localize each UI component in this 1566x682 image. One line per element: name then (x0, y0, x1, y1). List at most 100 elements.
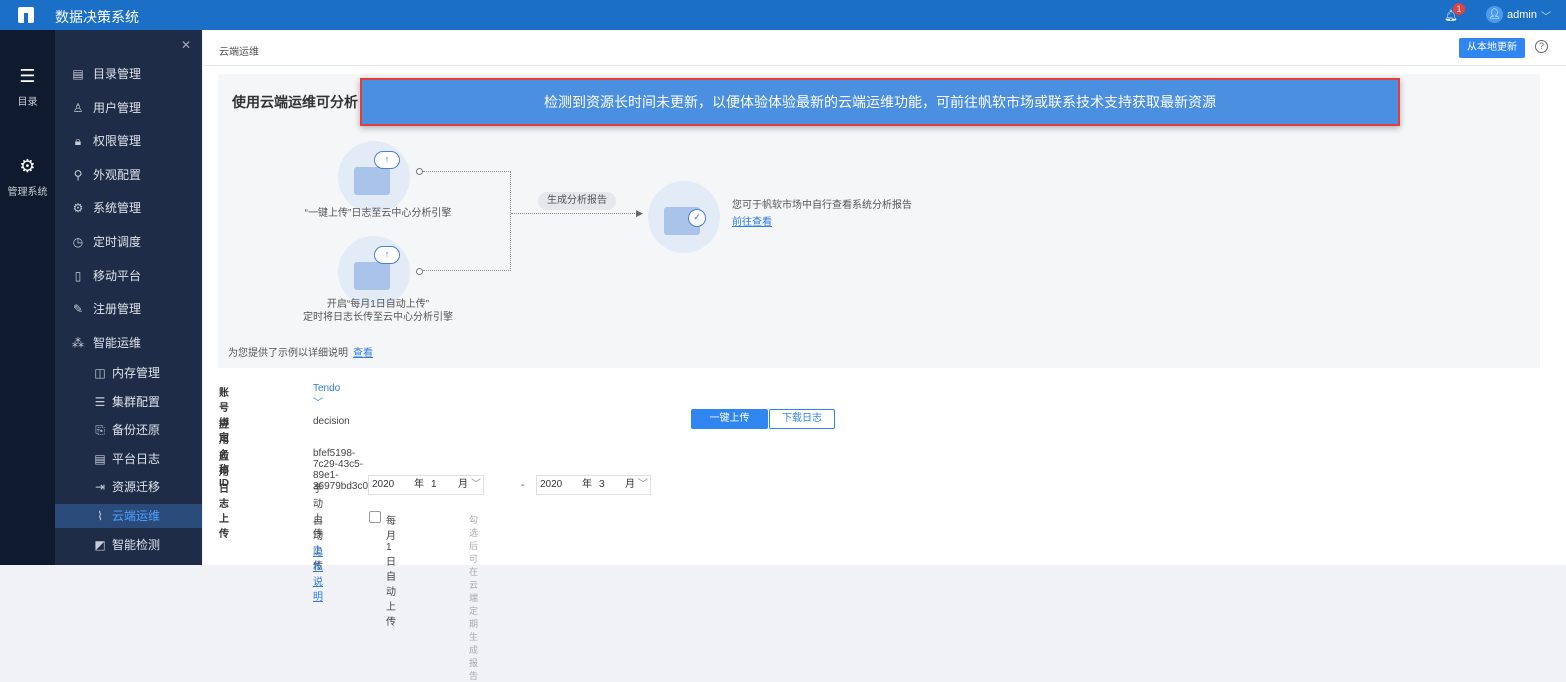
menu-icon: ✎ (72, 302, 84, 317)
from-month: 1 (431, 479, 437, 490)
cloud-upload-icon: ↑ (374, 151, 400, 169)
menu-icon: ◩ (94, 537, 106, 552)
menu-label: 备份还原 (112, 423, 161, 438)
year-unit: 年 (582, 479, 592, 490)
rail-item-catalog[interactable]: ☰ 目录 (0, 66, 55, 108)
app-name-value: decision (313, 416, 350, 427)
list-icon: ☰ (19, 66, 36, 86)
cloud-upload-icon: ↑ (374, 246, 400, 264)
sidebar-item-8[interactable]: ⁂ 智能运维 (55, 331, 202, 355)
chevron-down-icon: ﹀ (638, 479, 648, 490)
menu-icon: ◷ (72, 235, 84, 249)
menu-icon: ▤ (94, 451, 106, 466)
left-rail: ☰ 目录 ⚙ 管理系统 (0, 30, 55, 565)
menu-icon: ⁂ (72, 335, 84, 350)
upload-illustration: ↑ (338, 141, 410, 213)
menu-label: 平台日志 (112, 451, 161, 466)
menu-label: 系统管理 (93, 201, 142, 216)
to-month-select[interactable]: 2020 年 3 月 ﹀ (536, 475, 651, 495)
user-avatar-icon[interactable]: 👤︎ (1486, 6, 1503, 23)
download-log-button[interactable]: 下载日志 (769, 409, 835, 429)
sidebar-item-3[interactable]: ⚲ 外观配置 (55, 163, 202, 187)
result-text: 您可于帆软市场中自行查看系统分析报告 (732, 200, 912, 211)
menu-icon: 🔒︎ (74, 134, 82, 149)
card-title: 使用云端运维可分析 (232, 94, 358, 110)
range-dash: - (521, 480, 525, 491)
breadcrumb: 云端运维 (219, 47, 259, 58)
menu-label: 移动平台 (93, 268, 142, 283)
check-icon: ✓ (688, 209, 706, 227)
menu-label: 定时调度 (93, 235, 142, 249)
sidebar-item-2[interactable]: 🔒︎ 权限管理 (55, 129, 202, 153)
chevron-down-icon: ﹀ (313, 398, 323, 409)
user-name[interactable]: admin (1507, 9, 1537, 21)
menu-icon: ⚲ (73, 167, 83, 182)
connector-dot (416, 168, 423, 175)
app-logo (18, 7, 34, 23)
menu-icon: ⎘ (95, 423, 105, 438)
to-month: 3 (599, 479, 605, 490)
connector-line (423, 171, 511, 271)
menu-label: 目录管理 (93, 67, 142, 81)
from-month-select[interactable]: 2020 年 1 月 ﹀ (368, 475, 484, 495)
sidebar-item-7[interactable]: ✎ 注册管理 (55, 297, 202, 321)
menu-icon: ▯ (74, 268, 82, 283)
menu-icon: ⌇ (97, 509, 103, 523)
month-unit: 月 (625, 479, 635, 490)
view-example-link[interactable]: 查看 (353, 344, 373, 359)
sidebar-subitem-3[interactable]: ▤ 平台日志 (55, 447, 202, 471)
menu-label: 注册管理 (93, 302, 142, 317)
sidebar-subitem-0[interactable]: ◫ 内存管理 (55, 361, 202, 385)
arrow-head-icon: ▶ (636, 208, 643, 218)
go-view-link[interactable]: 前往查看 (732, 213, 772, 228)
rail-item-admin[interactable]: ⚙ 管理系统 (0, 156, 55, 198)
month-unit: 月 (458, 479, 468, 490)
from-year: 2020 (372, 479, 395, 490)
pin-icon[interactable]: ✕ (181, 38, 191, 52)
step2-caption-2: 定时将日志长传至云中心分析引擎 (303, 312, 453, 323)
sidebar-item-5[interactable]: ◷ 定时调度 (55, 230, 202, 254)
sidebar-subitem-6[interactable]: ◩ 智能检测 (55, 533, 202, 557)
sidebar-subitem-1[interactable]: ☰ 集群配置 (55, 390, 202, 414)
log-upload-label: 日志上传 (219, 484, 229, 540)
update-notice-banner: 检测到资源长时间未更新，以便体验体验最新的云端运维功能，可前往帆软市场或联系技术… (360, 78, 1400, 126)
generate-report-pill: 生成分析报告 (538, 192, 616, 210)
menu-icon: ☰ (94, 394, 106, 409)
menu-icon: ⚙ (72, 201, 84, 216)
update-from-local-button[interactable]: 从本地更新 (1459, 38, 1525, 58)
help-icon[interactable]: ? (1535, 40, 1548, 53)
connector-dot (416, 268, 423, 275)
app-title: 数据决策系统 (55, 9, 139, 25)
auto-upload-checkbox-label[interactable]: 每月1日自动上传 (386, 512, 396, 628)
auto-upload-hint: 勾选后可在云端定期生成报告 (469, 515, 479, 681)
account-select[interactable]: Tendo ﹀ (313, 383, 340, 409)
one-click-upload-button[interactable]: 一键上传 (691, 409, 768, 429)
menu-label: 权限管理 (93, 134, 142, 149)
rail-label: 管理系统 (7, 187, 48, 198)
sidebar-subitem-2[interactable]: ⎘ 备份还原 (55, 418, 202, 442)
menu-label: 云端运维 (112, 509, 161, 523)
menu-label: 资源迁移 (112, 480, 161, 495)
chevron-down-icon[interactable]: ﹀ (1541, 8, 1551, 23)
example-text: 为您提供了示例以详细说明 (228, 348, 348, 359)
sidebar-subitem-5[interactable]: ⌇ 云端运维 (55, 504, 202, 528)
sidebar-item-1[interactable]: ♙ 用户管理 (55, 96, 202, 120)
chevron-down-icon: ﹀ (471, 479, 481, 490)
sidebar-item-6[interactable]: ▯ 移动平台 (55, 264, 202, 288)
menu-label: 智能运维 (93, 335, 142, 350)
sidebar-item-4[interactable]: ⚙ 系统管理 (55, 196, 202, 220)
menu-label: 内存管理 (112, 366, 161, 380)
auto-upload-checkbox[interactable] (369, 511, 381, 523)
menu-icon: ♙ (72, 100, 84, 115)
to-year: 2020 (540, 479, 563, 490)
sidebar-item-0[interactable]: ▤ 目录管理 (55, 62, 202, 86)
menu-label: 智能检测 (112, 537, 161, 552)
notification-badge: 1 (1453, 3, 1465, 15)
menu-label: 集群配置 (112, 394, 161, 409)
account-value: Tendo (313, 383, 341, 394)
privacy-link[interactable]: 隐私说明 (313, 543, 323, 603)
menu-label: 外观配置 (93, 167, 142, 182)
breadcrumb-bar: 云端运维 从本地更新 ? (203, 30, 1566, 66)
sidebar-subitem-4[interactable]: ⇥ 资源迁移 (55, 475, 202, 499)
gear-icon: ⚙ (19, 156, 36, 176)
